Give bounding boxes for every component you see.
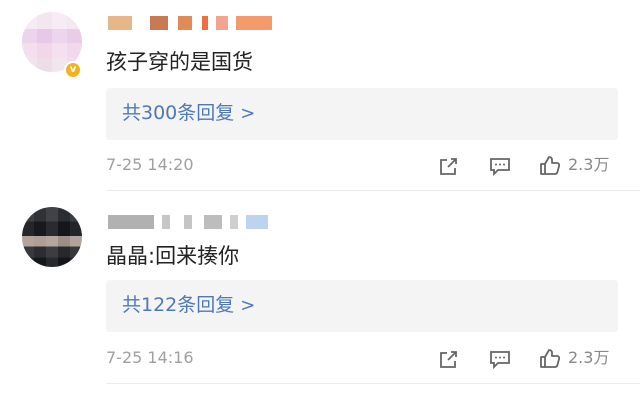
reply-summary-link[interactable]: 共122条回复 >	[122, 293, 255, 318]
reply-summary-box[interactable]: 共300条回复 >	[106, 88, 618, 140]
comment-divider	[106, 383, 640, 384]
username[interactable]	[108, 215, 268, 229]
reply-summary-box[interactable]: 共122条回复 >	[106, 280, 618, 332]
username-mosaic-icon	[204, 215, 222, 229]
comment-actions: 2.3万	[437, 347, 627, 371]
username-mosaic-icon	[150, 16, 168, 30]
comment-text: 孩子穿的是国货	[106, 50, 253, 74]
verified-badge-icon: v	[64, 61, 82, 79]
comment-timestamp: 7-25 14:16	[106, 348, 194, 367]
comment-icon[interactable]	[488, 154, 512, 178]
reply-chevron-icon: >	[240, 295, 256, 316]
share-icon[interactable]	[437, 347, 461, 371]
comment-timestamp: 7-25 14:20	[106, 155, 194, 174]
comment-item: v 孩子穿的是国货 共300条回复 > 7-25 14:20 2.3万	[0, 0, 640, 192]
username-mosaic-icon	[230, 215, 238, 229]
username[interactable]	[108, 16, 272, 30]
comment-text: 晶晶:回来揍你	[106, 244, 240, 268]
reply-chevron-icon: >	[240, 103, 256, 124]
username-mosaic-icon	[162, 215, 170, 229]
avatar[interactable]	[22, 207, 82, 267]
reply-summary-label: 共300条回复	[122, 102, 235, 124]
username-mosaic-icon	[216, 16, 228, 30]
comment-actions: 2.3万	[437, 154, 627, 178]
username-mosaic-icon	[236, 16, 272, 30]
share-icon[interactable]	[437, 154, 461, 178]
username-mosaic-icon	[246, 215, 268, 229]
username-mosaic-icon	[108, 215, 154, 229]
thumbs-up-icon[interactable]	[538, 347, 562, 371]
username-mosaic-icon	[108, 16, 132, 30]
reply-summary-link[interactable]: 共300条回复 >	[122, 101, 255, 126]
thumbs-up-icon[interactable]	[538, 154, 562, 178]
reply-summary-label: 共122条回复	[122, 294, 235, 316]
comment-divider	[106, 190, 640, 191]
username-mosaic-icon	[202, 16, 208, 30]
comment-icon[interactable]	[488, 347, 512, 371]
comment-item: 晶晶:回来揍你 共122条回复 > 7-25 14:16 2.3万	[0, 192, 640, 400]
like-count: 2.3万	[568, 155, 610, 174]
like-count: 2.3万	[568, 348, 610, 367]
username-mosaic-icon	[184, 215, 192, 229]
username-mosaic-icon	[178, 16, 192, 30]
